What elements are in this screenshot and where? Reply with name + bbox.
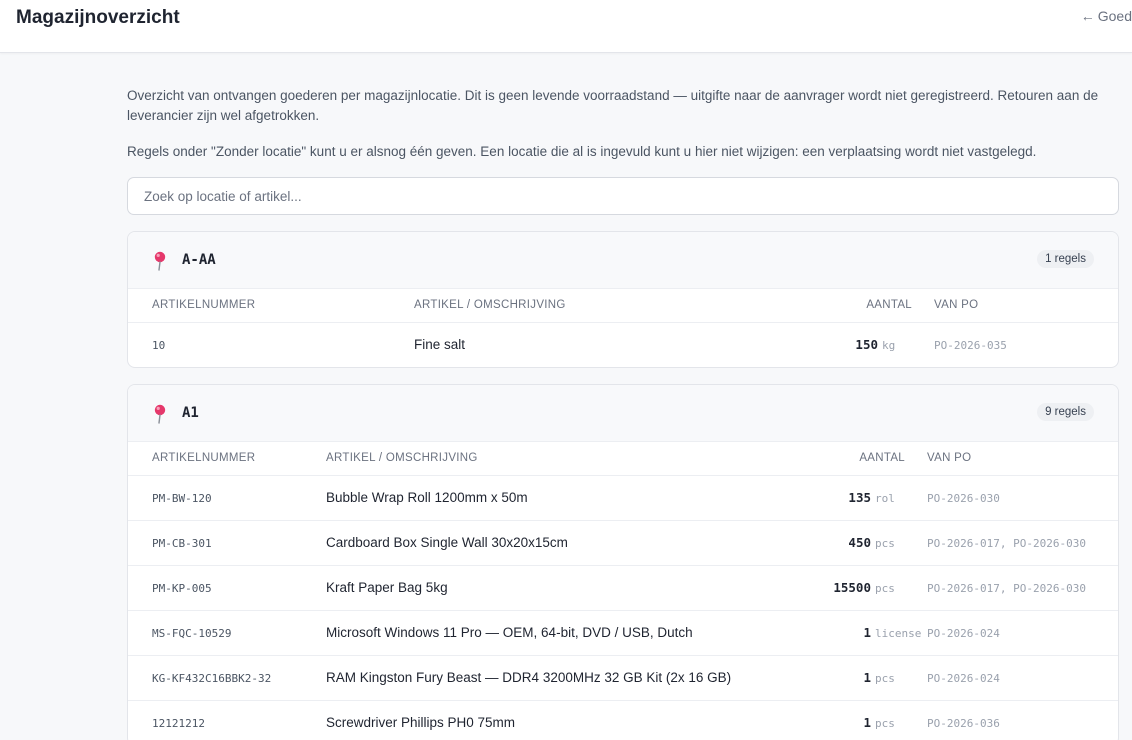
sku-cell: 12121212 <box>152 717 205 731</box>
top-bar: Magazijnoverzicht ← Goed <box>0 0 1132 53</box>
item-cell: RAM Kingston Fury Beast — DDR4 3200MHz 3… <box>326 655 806 701</box>
po-cell: PO-2026-017, PO-2026-030 <box>927 582 1086 595</box>
qty-value: 135 <box>848 490 871 505</box>
qty-value: 450 <box>848 535 871 550</box>
item-cell: Bubble Wrap Roll 1200mm x 50m <box>326 475 806 521</box>
qty-value: 150 <box>855 337 878 353</box>
pushpin-icon <box>154 251 166 271</box>
location-card: A-AA 1 regels Artikelnummer Artikel / om… <box>127 231 1119 368</box>
location-card: A1 9 regels Artikelnummer Artikel / omsc… <box>127 384 1119 740</box>
location-header: A-AA 1 regels <box>128 232 1118 289</box>
qty-unit: license <box>875 627 922 640</box>
po-cell: PO-2026-030 <box>927 492 1000 505</box>
arrow-left-icon: ← <box>1080 8 1095 24</box>
location-name: A-AA <box>182 252 216 268</box>
table-row[interactable]: 12121212 Screwdriver Phillips PH0 75mm 1… <box>128 700 1118 740</box>
location-table: Artikelnummer Artikel / omschrijving Aan… <box>128 442 1118 740</box>
table-header-row: Artikelnummer Artikel / omschrijving Aan… <box>128 442 1118 476</box>
main-content: Overzicht van ontvangen goederen per mag… <box>127 86 1119 740</box>
table-row[interactable]: PM-CB-301 Cardboard Box Single Wall 30x2… <box>128 520 1118 566</box>
column-header-qty[interactable]: Aantal <box>804 289 934 323</box>
qty-unit: rol <box>875 492 895 505</box>
table-row[interactable]: KG-KF432C16BBK2-32 RAM Kingston Fury Bea… <box>128 655 1118 701</box>
table-row[interactable]: PM-KP-005 Kraft Paper Bag 5kg 15500 pcs P… <box>128 565 1118 611</box>
column-header-po[interactable]: Van PO <box>934 289 1118 323</box>
qty-value: 1 <box>863 715 871 731</box>
table-row[interactable]: PM-BW-120 Bubble Wrap Roll 1200mm x 50m … <box>128 475 1118 521</box>
column-header-item[interactable]: Artikel / omschrijving <box>326 442 806 476</box>
location-header: A1 9 regels <box>128 385 1118 442</box>
sku-cell: PM-BW-120 <box>152 492 212 505</box>
sku-cell: MS-FQC-10529 <box>152 627 232 640</box>
location-name: A1 <box>182 405 199 421</box>
page-title: Magazijnoverzicht <box>16 7 180 28</box>
row-count-badge: 9 regels <box>1037 403 1094 421</box>
po-cell: PO-2026-036 <box>927 717 1000 731</box>
back-link-label: Goed <box>1097 8 1132 24</box>
location-table: Artikelnummer Artikel / omschrijving Aan… <box>128 289 1118 367</box>
qty-value: 1 <box>863 625 871 640</box>
sku-cell: 10 <box>152 339 166 353</box>
column-header-sku[interactable]: Artikelnummer <box>128 442 326 476</box>
qty-value: 15500 <box>833 580 871 595</box>
po-cell: PO-2026-017, PO-2026-030 <box>927 537 1086 550</box>
table-row[interactable]: MS-FQC-10529 Microsoft Windows 11 Pro — … <box>128 610 1118 656</box>
sku-cell: KG-KF432C16BBK2-32 <box>152 672 272 685</box>
sku-cell: PM-CB-301 <box>152 537 212 550</box>
row-count-badge: 1 regels <box>1037 250 1094 268</box>
qty-unit: pcs <box>875 717 895 731</box>
item-cell: Fine salt <box>414 337 466 353</box>
item-cell: Cardboard Box Single Wall 30x20x15cm <box>326 520 806 566</box>
qty-unit: pcs <box>875 672 895 685</box>
qty-value: 1 <box>863 670 871 685</box>
table-row[interactable]: 10 Fine salt 150 kg PO-2026-035 <box>128 322 1118 367</box>
qty-unit: pcs <box>875 537 895 550</box>
pushpin-icon <box>154 404 166 424</box>
qty-unit: pcs <box>875 582 895 595</box>
item-cell: Kraft Paper Bag 5kg <box>326 565 806 611</box>
column-header-item[interactable]: Artikel / omschrijving <box>414 289 804 323</box>
back-link[interactable]: ← Goed <box>1081 8 1132 24</box>
po-cell: PO-2026-035 <box>934 339 1007 353</box>
item-cell: Microsoft Windows 11 Pro — OEM, 64-bit, … <box>326 610 806 656</box>
po-cell: PO-2026-024 <box>927 672 1000 685</box>
po-cell: PO-2026-024 <box>927 627 1000 640</box>
table-header-row: Artikelnummer Artikel / omschrijving Aan… <box>128 289 1118 323</box>
search-input[interactable] <box>127 177 1119 215</box>
column-header-po[interactable]: Van PO <box>927 442 1118 476</box>
intro-note: Regels onder "Zonder locatie" kunt u er … <box>127 144 1037 159</box>
sku-cell: PM-KP-005 <box>152 582 212 595</box>
intro-text: Overzicht van ontvangen goederen per mag… <box>127 88 1099 123</box>
column-header-qty[interactable]: Aantal <box>806 442 927 476</box>
qty-unit: kg <box>882 339 896 353</box>
item-cell: Screwdriver Phillips PH0 75mm <box>326 715 516 731</box>
column-header-sku[interactable]: Artikelnummer <box>128 289 414 323</box>
